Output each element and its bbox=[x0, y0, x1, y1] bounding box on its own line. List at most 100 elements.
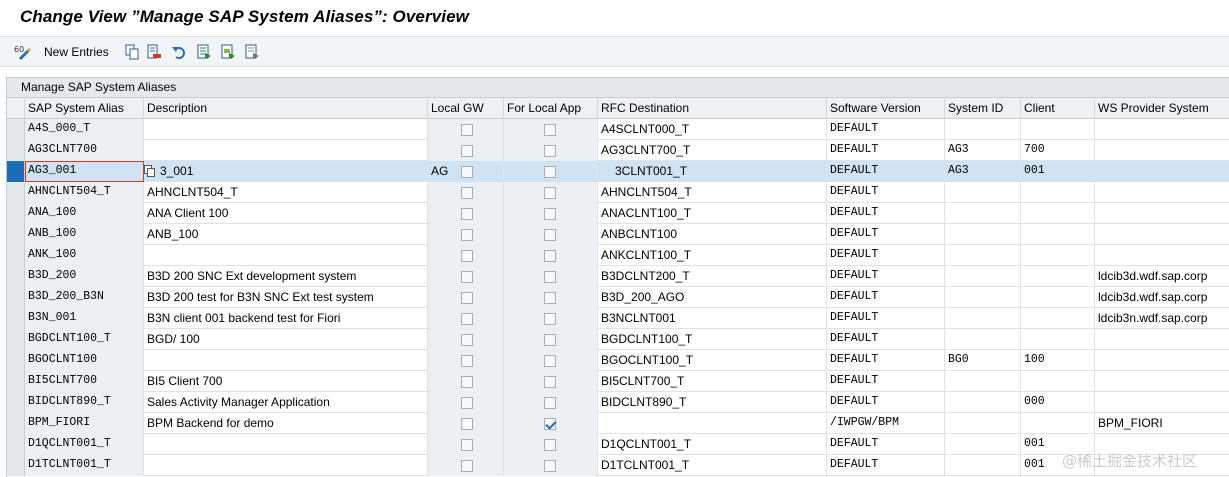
local-gw-checkbox[interactable] bbox=[461, 145, 473, 157]
cell-system-id[interactable] bbox=[945, 224, 1021, 245]
table-row[interactable]: BGDCLNT100_T BGD/ 100 BGDCLNT100_T DEFAULT bbox=[7, 329, 1229, 350]
column-header-rfc-destination[interactable]: RFC Destination bbox=[598, 98, 827, 119]
cell-description[interactable]: BI5 Client 700 bbox=[144, 371, 428, 392]
select-all-button[interactable] bbox=[196, 42, 212, 62]
cell-system-id[interactable] bbox=[945, 203, 1021, 224]
cell-rfc-destination[interactable]: ANACLNT100_T bbox=[598, 203, 827, 224]
cell-alias[interactable]: BIDCLNT890_T bbox=[25, 392, 144, 413]
local-app-checkbox[interactable] bbox=[544, 334, 556, 346]
cell-alias[interactable]: BI5CLNT700 bbox=[25, 371, 144, 392]
cell-description[interactable] bbox=[144, 455, 428, 476]
cell-client[interactable] bbox=[1021, 203, 1095, 224]
cell-system-id[interactable] bbox=[945, 329, 1021, 350]
cell-local-app[interactable] bbox=[504, 266, 598, 287]
local-app-checkbox[interactable] bbox=[544, 376, 556, 388]
cell-local-gw[interactable] bbox=[428, 287, 504, 308]
copy-value-icon[interactable] bbox=[144, 165, 156, 177]
local-gw-checkbox[interactable] bbox=[461, 166, 473, 178]
cell-local-app[interactable] bbox=[504, 371, 598, 392]
cell-rfc-destination[interactable]: BI5CLNT700_T bbox=[598, 371, 827, 392]
table-row[interactable]: ANK_100 ANKCLNT100_T DEFAULT bbox=[7, 245, 1229, 266]
local-gw-checkbox[interactable] bbox=[461, 250, 473, 262]
cell-description[interactable]: 3_001 bbox=[144, 161, 428, 182]
cell-ws-provider[interactable] bbox=[1095, 203, 1229, 224]
cell-local-app[interactable] bbox=[504, 350, 598, 371]
cell-alias[interactable]: BPM_FIORI bbox=[25, 413, 144, 434]
select-block-button[interactable] bbox=[220, 42, 236, 62]
row-selector[interactable] bbox=[7, 455, 25, 476]
cell-software-version[interactable]: DEFAULT bbox=[827, 224, 945, 245]
cell-rfc-destination[interactable]: BIDCLNT890_T bbox=[598, 392, 827, 413]
cell-local-app[interactable] bbox=[504, 245, 598, 266]
cell-client[interactable] bbox=[1021, 413, 1095, 434]
cell-description[interactable]: B3D 200 SNC Ext development system bbox=[144, 266, 428, 287]
cell-description[interactable]: B3D 200 test for B3N SNC Ext test system bbox=[144, 287, 428, 308]
delete-button[interactable] bbox=[146, 42, 162, 62]
cell-ws-provider[interactable] bbox=[1095, 140, 1229, 161]
local-gw-checkbox[interactable] bbox=[461, 208, 473, 220]
cell-local-gw[interactable] bbox=[428, 329, 504, 350]
column-header-system-id[interactable]: System ID bbox=[945, 98, 1021, 119]
cell-local-app[interactable] bbox=[504, 182, 598, 203]
cell-client[interactable]: 700 bbox=[1021, 140, 1095, 161]
cell-ws-provider[interactable] bbox=[1095, 350, 1229, 371]
cell-software-version[interactable]: DEFAULT bbox=[827, 266, 945, 287]
cell-rfc-destination[interactable]: D1QCLNT001_T bbox=[598, 434, 827, 455]
cell-software-version[interactable]: DEFAULT bbox=[827, 392, 945, 413]
cell-local-gw[interactable] bbox=[428, 224, 504, 245]
cell-software-version[interactable]: DEFAULT bbox=[827, 119, 945, 140]
table-row[interactable]: BGOCLNT100 BGOCLNT100_T DEFAULT BG0 100 bbox=[7, 350, 1229, 371]
cell-rfc-destination[interactable] bbox=[598, 413, 827, 434]
local-app-checkbox[interactable] bbox=[544, 250, 556, 262]
cell-local-gw[interactable] bbox=[428, 308, 504, 329]
cell-description[interactable]: AHNCLNT504_T bbox=[144, 182, 428, 203]
local-gw-checkbox[interactable] bbox=[461, 355, 473, 367]
local-app-checkbox[interactable] bbox=[544, 397, 556, 409]
local-app-checkbox[interactable] bbox=[544, 271, 556, 283]
cell-alias[interactable]: AG3CLNT700 bbox=[25, 140, 144, 161]
cell-software-version[interactable]: DEFAULT bbox=[827, 140, 945, 161]
cell-description[interactable] bbox=[144, 434, 428, 455]
cell-alias[interactable]: B3D_200 bbox=[25, 266, 144, 287]
cell-alias[interactable]: ANA_100 bbox=[25, 203, 144, 224]
copy-button[interactable] bbox=[124, 42, 140, 62]
cell-alias[interactable]: D1QCLNT001_T bbox=[25, 434, 144, 455]
cell-client[interactable]: 000 bbox=[1021, 392, 1095, 413]
cell-local-app[interactable] bbox=[504, 434, 598, 455]
cell-system-id[interactable]: BG0 bbox=[945, 350, 1021, 371]
cell-local-app[interactable] bbox=[504, 392, 598, 413]
table-row[interactable]: AG3CLNT700 AG3CLNT700_T DEFAULT AG3 700 bbox=[7, 140, 1229, 161]
cell-client[interactable] bbox=[1021, 287, 1095, 308]
cell-system-id[interactable] bbox=[945, 455, 1021, 476]
cell-system-id[interactable] bbox=[945, 266, 1021, 287]
cell-rfc-destination[interactable]: 3CLNT001_T bbox=[598, 161, 827, 182]
cell-local-gw[interactable] bbox=[428, 119, 504, 140]
cell-system-id[interactable] bbox=[945, 413, 1021, 434]
cell-alias[interactable]: B3N_001 bbox=[25, 308, 144, 329]
cell-alias[interactable]: BGOCLNT100 bbox=[25, 350, 144, 371]
select-all-rows-handle[interactable] bbox=[7, 98, 25, 119]
local-gw-checkbox[interactable] bbox=[461, 313, 473, 325]
cell-ws-provider[interactable] bbox=[1095, 329, 1229, 350]
local-app-checkbox[interactable] bbox=[544, 166, 556, 178]
row-selector[interactable] bbox=[7, 182, 25, 203]
row-selector[interactable] bbox=[7, 371, 25, 392]
local-app-checkbox[interactable] bbox=[544, 313, 556, 325]
cell-rfc-destination[interactable]: ANKCLNT100_T bbox=[598, 245, 827, 266]
column-header-client[interactable]: Client bbox=[1021, 98, 1095, 119]
column-header-software-version[interactable]: Software Version bbox=[827, 98, 945, 119]
cell-rfc-destination[interactable]: AHNCLNT504_T bbox=[598, 182, 827, 203]
cell-ws-provider[interactable] bbox=[1095, 182, 1229, 203]
row-selector[interactable] bbox=[7, 140, 25, 161]
cell-description[interactable]: BGD/ 100 bbox=[144, 329, 428, 350]
row-selector[interactable] bbox=[7, 161, 25, 182]
cell-client[interactable] bbox=[1021, 245, 1095, 266]
local-gw-checkbox[interactable] bbox=[461, 460, 473, 472]
cell-client[interactable] bbox=[1021, 371, 1095, 392]
table-row[interactable]: ANA_100 ANA Client 100 ANACLNT100_T DEFAULT bbox=[7, 203, 1229, 224]
local-app-checkbox[interactable] bbox=[544, 208, 556, 220]
cell-rfc-destination[interactable]: D1TCLNT001_T bbox=[598, 455, 827, 476]
cell-local-gw[interactable] bbox=[428, 434, 504, 455]
cell-local-app[interactable] bbox=[504, 287, 598, 308]
cell-ws-provider[interactable] bbox=[1095, 371, 1229, 392]
